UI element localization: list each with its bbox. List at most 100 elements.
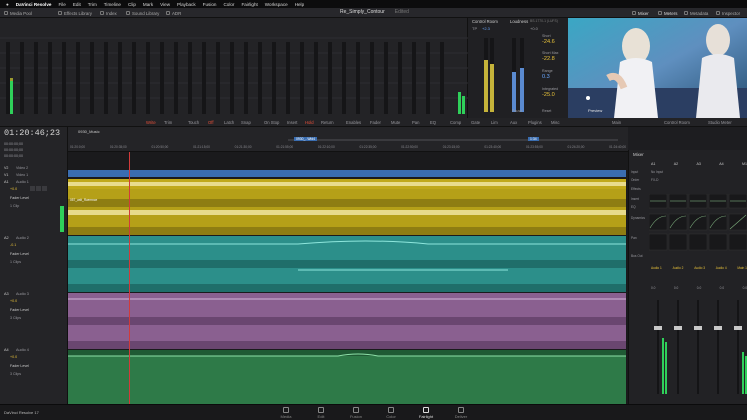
menu-file[interactable]: File [58,2,65,7]
timeline-tracks[interactable]: 057_wdt_Rwrmnce [68,152,628,404]
timeline-name[interactable]: 0930_Music [78,129,100,134]
menu-workspace[interactable]: Workspace [265,2,288,7]
control-room-selector[interactable]: Control Room [664,120,690,125]
control-room-meter [484,38,488,112]
page-deliver[interactable]: Deliver [445,407,477,419]
apple-icon[interactable]: ● [6,2,9,7]
automation-touch[interactable]: Touch [188,120,199,125]
inspector-button[interactable]: Inspector [716,9,740,17]
menu-edit[interactable]: Edit [73,2,81,7]
timecode-3: 00:00:00;00 [4,154,23,158]
video-clip[interactable] [68,170,626,177]
param-comp[interactable]: Comp [450,120,461,125]
menu-view[interactable]: View [160,2,170,7]
automation-off[interactable]: Off [208,120,214,125]
playhead[interactable] [129,152,130,404]
loudness-meter-2 [520,38,524,112]
param-enables[interactable]: Enables [346,120,361,125]
automation-latch[interactable]: Latch [224,120,234,125]
studio-meter-selector[interactable]: Studio Meter [708,120,732,125]
param-gate[interactable]: Gate [471,120,480,125]
reset-button[interactable]: Reset [542,109,551,113]
page-edit[interactable]: Edit [305,407,337,419]
menu-fairlight[interactable]: Fairlight [241,2,257,7]
menu-help[interactable]: Help [295,2,304,7]
mixer-order-value[interactable]: FX-D [651,178,658,182]
menu-playback[interactable]: Playback [177,2,196,7]
media-pool-button[interactable]: Media Pool [4,9,32,17]
color-page-icon [388,407,394,413]
sound-library-button[interactable]: Sound Library [126,9,159,17]
menu-mark[interactable]: Mark [143,2,153,7]
param-fader[interactable]: Fader [370,120,381,125]
ruler-tick-8: 01:22:50;00 [401,145,418,149]
metadata-button[interactable]: Metadata [684,9,708,17]
a2-clip[interactable] [68,236,626,292]
track-a3-level[interactable]: +0.0 [10,299,17,303]
menu-clip[interactable]: Clip [128,2,136,7]
param-aux[interactable]: Aux [510,120,517,125]
index-button[interactable]: Index [100,9,117,17]
automation-trim[interactable]: Trim [164,120,172,125]
mixer-faders[interactable] [649,296,747,400]
short-value: -24.6 [542,39,555,45]
automation-snap[interactable]: Snap [241,120,251,125]
page-fairlight[interactable]: Fairlight [410,407,442,419]
param-plugins[interactable]: Plugins [528,120,542,125]
track-a4-name[interactable]: Audio 4 [16,348,29,352]
main-selector[interactable]: Main [612,120,621,125]
mute-button[interactable] [42,186,47,191]
track-a4-level[interactable]: +0.0 [10,355,17,359]
ruler[interactable]: 01:20:0;00 01:20:35;00 01:20:50;00 01:21… [70,145,626,152]
mixer-name-audio-1[interactable]: Audio 1 [651,266,662,270]
mode-hold[interactable]: Hold [305,120,314,125]
timecode-2: 00:00:00;00 [4,148,23,152]
track-a2-name[interactable]: Audio 2 [16,236,29,240]
a4-clip[interactable] [68,350,626,404]
automation-write[interactable]: Write [146,120,156,125]
menu-app[interactable]: DaVinci Resolve [16,2,52,7]
mixer-name-audio-4[interactable]: Audio 4 [716,266,727,270]
param-mute[interactable]: Mute [391,120,400,125]
mode-return[interactable]: Return [321,120,334,125]
meters-button[interactable]: Meters [658,9,677,17]
adr-button[interactable]: ADR [166,9,181,17]
marker-clip-1[interactable]: 0930_..Wid4 [294,137,318,141]
menu-timeline[interactable]: Timeline [104,2,121,7]
mixer-name-audio-3[interactable]: Audio 3 [694,266,705,270]
track-a3-name[interactable]: Audio 3 [16,292,29,296]
page-color[interactable]: Color [375,407,407,419]
video-viewer[interactable]: Preview [568,18,747,118]
mixer-row-bus-out: Bus Out [631,254,643,258]
record-arm-button[interactable] [30,186,35,191]
track-v1-name[interactable]: Video 1 [16,173,28,177]
a1-clip[interactable] [68,179,626,235]
effects-library-button[interactable]: Effects Library [58,9,92,17]
solo-button[interactable] [36,186,41,191]
mixer-fader-value-4: 0.0 [719,286,725,290]
mixer-name-main-1[interactable]: Main 1 [737,266,747,270]
track-a4-id: A4 [4,348,9,352]
param-misc[interactable]: Misc [551,120,560,125]
param-pan[interactable]: Pan [412,120,419,125]
mode-insert[interactable]: Insert [287,120,297,125]
track-a2-level[interactable]: -0.1 [10,243,16,247]
menu-fusion[interactable]: Fusion [203,2,217,7]
mode-on-stop[interactable]: On Stop [264,120,279,125]
track-v2-name[interactable]: Video 2 [16,166,28,170]
page-fusion[interactable]: Fusion [340,407,372,419]
marker-clip-2[interactable]: 1:34 [528,137,539,141]
track-a1-level[interactable]: +0.0 [10,187,17,191]
mixer-button[interactable]: Mixer [632,9,649,17]
metadata-icon [684,11,688,15]
track-a1-name[interactable]: Audio 1 [16,180,29,184]
a3-clip[interactable] [68,293,626,349]
menu-trim[interactable]: Trim [88,2,97,7]
mixer-input-value[interactable]: No Input [651,170,663,174]
menu-color[interactable]: Color [223,2,234,7]
param-lim[interactable]: Lim [491,120,498,125]
page-media[interactable]: Media [270,407,302,419]
param-eq[interactable]: EQ [430,120,436,125]
mixer-name-audio-2[interactable]: Audio 2 [673,266,684,270]
pause-button[interactable]: Pause [512,109,522,113]
